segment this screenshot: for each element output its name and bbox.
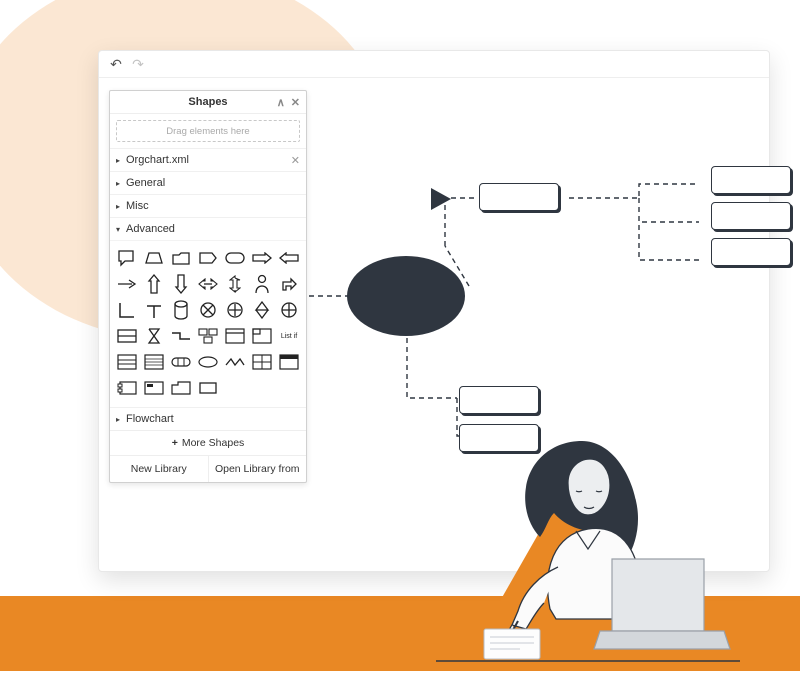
shape-arrow-down-icon[interactable] [169,273,193,295]
shape-window-icon[interactable] [223,325,247,347]
background-strip [0,596,800,671]
close-icon[interactable]: ✕ [291,96,300,109]
shape-cylinder-icon[interactable] [169,299,193,321]
diagram-node[interactable] [711,202,791,230]
shape-trapezoid-icon[interactable] [142,247,166,269]
open-library-button[interactable]: Open Library from [208,456,307,482]
shape-list-icon[interactable] [115,351,139,373]
shape-callout-icon[interactable] [115,247,139,269]
shape-tag-icon[interactable] [196,247,220,269]
shape-list-alt-icon[interactable] [142,351,166,373]
shape-tee-icon[interactable] [142,299,166,321]
shape-circle-plus-icon[interactable] [223,299,247,321]
plus-icon: + [172,437,178,449]
diagram-arrowhead[interactable] [429,186,455,212]
undo-button[interactable]: ↶ [105,54,127,74]
category-general[interactable]: ▸ General [110,171,306,194]
category-advanced[interactable]: ▾ Advanced [110,217,306,240]
shape-tabcard-icon[interactable] [169,377,193,399]
shape-card-icon[interactable] [142,377,166,399]
shapes-panel-title: Shapes [188,96,227,108]
shape-corner-box-icon[interactable] [250,325,274,347]
shape-zigzag-icon[interactable] [223,351,247,373]
shape-3box-icon[interactable] [196,325,220,347]
shape-header-box-icon[interactable] [277,351,301,373]
shape-swimlane-icon[interactable] [250,351,274,373]
remove-library-icon[interactable]: ✕ [291,154,300,167]
more-shapes-button[interactable]: + More Shapes [110,430,306,455]
shape-box-icon[interactable] [196,377,220,399]
diagram-node[interactable] [711,166,791,194]
shape-sort-icon[interactable] [250,299,274,321]
scratchpad-dropzone[interactable]: Drag elements here [116,120,300,142]
shapes-panel: Shapes ∧ ✕ Drag elements here ▸ Orgchart… [109,90,307,483]
diagram-node[interactable] [711,238,791,266]
shape-arrow-right-icon[interactable] [250,247,274,269]
chevron-right-icon: ▸ [116,202,126,211]
category-orgchart[interactable]: ▸ Orgchart.xml ✕ [110,148,306,171]
shape-hourglass-icon[interactable] [142,325,166,347]
category-flowchart[interactable]: ▸ Flowchart [110,407,306,430]
shape-step-icon[interactable] [169,325,193,347]
chevron-right-icon: ▸ [116,415,126,424]
new-library-button[interactable]: New Library [110,456,208,482]
shape-grid-advanced: List if [110,240,306,407]
shape-arrow-double-v-icon[interactable] [223,273,247,295]
shape-circle-x-icon[interactable] [196,299,220,321]
category-label: Advanced [126,223,175,235]
canvas[interactable]: Shapes ∧ ✕ Drag elements here ▸ Orgchart… [99,78,769,571]
more-shapes-label: More Shapes [182,437,244,449]
shape-arrow-double-h-icon[interactable] [196,273,220,295]
shape-corner-icon[interactable] [115,299,139,321]
shapes-panel-header[interactable]: Shapes ∧ ✕ [110,91,306,114]
chevron-down-icon: ▾ [116,225,126,234]
shape-arrow-up-icon[interactable] [142,273,166,295]
chevron-right-icon: ▸ [116,156,126,165]
shape-circle-cross-icon[interactable] [277,299,301,321]
shape-pill-icon[interactable] [223,247,247,269]
shape-split-h-icon[interactable] [115,325,139,347]
chevron-right-icon: ▸ [116,179,126,188]
shape-pill-bar-icon[interactable] [169,351,193,373]
toolbar: ↶ ↷ [99,51,769,78]
category-label: Flowchart [126,413,174,425]
diagram-node[interactable] [459,386,539,414]
shape-folder-icon[interactable] [169,247,193,269]
category-misc[interactable]: ▸ Misc [110,194,306,217]
redo-button[interactable]: ↷ [127,54,149,74]
category-label: General [126,177,165,189]
category-label: Misc [126,200,149,212]
diagram-app-window: ↶ ↷ Shapes ∧ ✕ Drag elements here ▸ Orgc… [98,50,770,572]
library-buttons: New Library Open Library from [110,455,306,482]
diagram-node[interactable] [479,183,559,211]
diagram-node[interactable] [459,424,539,452]
category-label: Orgchart.xml [126,154,189,166]
shape-user-icon[interactable] [250,273,274,295]
diagram-ellipse-node[interactable] [347,256,465,336]
shape-module-icon[interactable] [115,377,139,399]
shape-arrow-thin-right-icon[interactable] [115,273,139,295]
shape-ellipse-outline-icon[interactable] [196,351,220,373]
shape-arrow-bent-icon[interactable] [277,273,301,295]
shape-listif-icon[interactable]: List if [277,325,301,347]
diagram-node-stack [711,166,791,266]
collapse-icon[interactable]: ∧ [277,96,285,109]
shape-arrow-left-icon[interactable] [277,247,301,269]
